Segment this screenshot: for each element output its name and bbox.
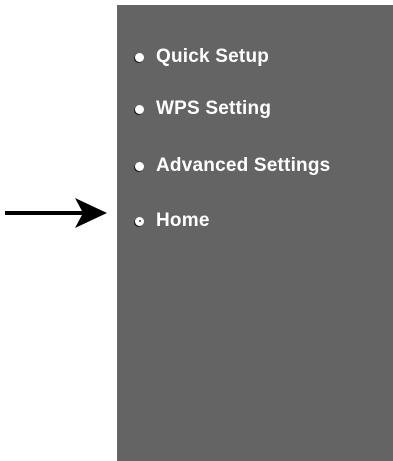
menu-item-advanced-settings[interactable]: Advanced Settings (135, 151, 330, 181)
sidebar-menu: Quick Setup WPS Setting Advanced Setting… (117, 5, 393, 461)
bullet-icon (135, 216, 144, 226)
bullet-icon (135, 52, 144, 62)
bullet-icon (135, 104, 144, 114)
menu-item-label: Quick Setup (156, 46, 270, 67)
bullet-icon (135, 161, 144, 171)
menu-item-label: Home (156, 210, 210, 231)
menu-item-wps-setting[interactable]: WPS Setting (135, 94, 271, 124)
menu-item-label: WPS Setting (156, 98, 272, 119)
menu-item-quick-setup[interactable]: Quick Setup (135, 42, 269, 72)
menu-item-label: Advanced Settings (156, 155, 331, 176)
menu-item-home[interactable]: Home (135, 206, 210, 236)
arrow-right-icon (5, 198, 107, 228)
